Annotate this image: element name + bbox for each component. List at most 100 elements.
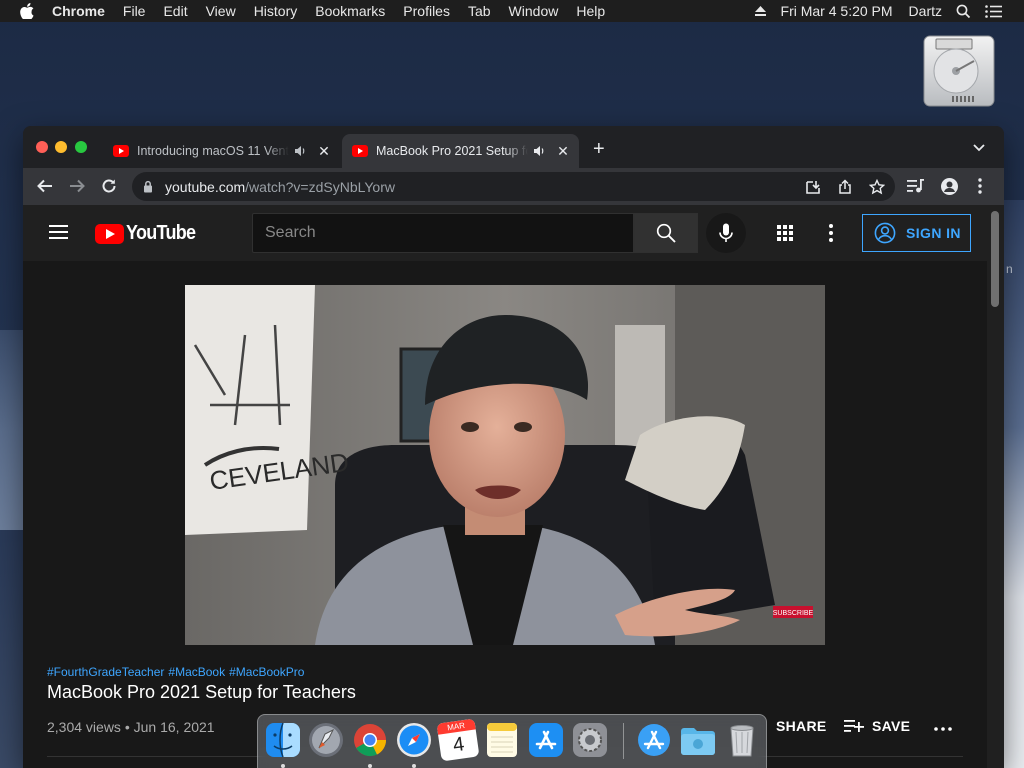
chrome-icon[interactable]: [351, 721, 389, 759]
profile-avatar-icon[interactable]: [941, 178, 958, 195]
browser-toolbar: youtube.com/watch?v=zdSyNbLYorw: [23, 168, 1004, 205]
tab-close-icon[interactable]: ✕: [556, 144, 570, 158]
menu-window[interactable]: Window: [509, 3, 559, 19]
menu-profiles[interactable]: Profiles: [403, 3, 450, 19]
menu-edit[interactable]: Edit: [163, 3, 187, 19]
notes-icon[interactable]: [483, 721, 521, 759]
install-app-icon[interactable]: [805, 179, 821, 195]
menu-user[interactable]: Dartz: [909, 3, 942, 19]
meta-separator: •: [124, 719, 134, 735]
tab-introducing-macos[interactable]: Introducing macOS 11 Ventura ✕: [103, 134, 339, 168]
page-scrollbar[interactable]: [987, 205, 1004, 768]
youtube-favicon-icon: [352, 145, 368, 157]
trash-icon[interactable]: [723, 721, 761, 759]
share-icon[interactable]: [837, 179, 853, 195]
launchpad-icon[interactable]: [307, 721, 345, 759]
upload-date: Jun 16, 2021: [133, 719, 215, 735]
youtube-play-logo-icon: [95, 223, 124, 244]
reload-icon[interactable]: [100, 177, 118, 195]
eject-icon[interactable]: [754, 5, 767, 17]
search-button[interactable]: [634, 213, 698, 253]
audio-playing-icon[interactable]: [293, 144, 307, 158]
youtube-logo[interactable]: YouTube: [95, 222, 203, 245]
chrome-menu-icon[interactable]: [978, 178, 982, 194]
system-preferences-icon[interactable]: [571, 721, 609, 759]
menu-bar-status: Fri Mar 4 5:20 PM Dartz: [754, 0, 1024, 22]
downloads-folder-icon[interactable]: [679, 721, 717, 759]
menu-tab[interactable]: Tab: [468, 3, 491, 19]
desktop-wallpaper-edge-right: n: [1004, 200, 1024, 768]
hashtag-link[interactable]: #MacBook: [168, 665, 225, 679]
window-zoom-button[interactable]: [75, 141, 87, 153]
video-frame: CEVELAND SUBSCRIBE: [185, 285, 825, 645]
hashtag-link[interactable]: #FourthGradeTeacher: [47, 665, 164, 679]
youtube-page: YouTube SIGN IN: [23, 205, 1004, 768]
finder-icon[interactable]: [264, 721, 302, 759]
hashtag-link[interactable]: #MacBookPro: [229, 665, 304, 679]
search-input[interactable]: [253, 214, 633, 252]
menu-bookmarks[interactable]: Bookmarks: [315, 3, 385, 19]
address-bar[interactable]: youtube.com/watch?v=zdSyNbLYorw: [132, 172, 895, 201]
tab-close-icon[interactable]: ✕: [317, 144, 331, 158]
save-label: SAVE: [872, 718, 911, 734]
menu-app-name[interactable]: Chrome: [52, 3, 105, 19]
menu-bar: Chrome File Edit View History Bookmarks …: [0, 0, 1024, 22]
running-indicator: [368, 764, 372, 768]
app-store-folder-icon[interactable]: [635, 721, 673, 759]
view-count: 2,304 views: [47, 719, 121, 735]
menu-file[interactable]: File: [123, 3, 146, 19]
subscribe-watermark[interactable]: SUBSCRIBE: [773, 610, 814, 617]
url-host: youtube.com: [165, 179, 246, 195]
media-controls-icon[interactable]: [907, 178, 924, 194]
tab-title: Introducing macOS 11 Ventura: [137, 144, 289, 158]
tab-strip: Introducing macOS 11 Ventura ✕ MacBook P…: [23, 126, 1004, 168]
forward-arrow-icon[interactable]: [68, 177, 86, 195]
scrollbar-thumb[interactable]: [991, 211, 999, 307]
address-url[interactable]: youtube.com/watch?v=zdSyNbLYorw: [165, 179, 395, 195]
calendar-day: 4: [451, 733, 466, 757]
menu-view[interactable]: View: [206, 3, 236, 19]
hard-drive-icon[interactable]: [922, 33, 996, 109]
background-window-text: n: [1006, 262, 1013, 276]
microphone-icon: [719, 223, 733, 242]
account-circle-icon: [874, 222, 896, 244]
notification-center-icon[interactable]: [985, 4, 1002, 18]
menu-history[interactable]: History: [254, 3, 298, 19]
tab-macbook-pro-setup[interactable]: MacBook Pro 2021 Setup for Teachers ✕: [342, 134, 579, 168]
video-player[interactable]: CEVELAND SUBSCRIBE: [185, 285, 825, 645]
window-close-button[interactable]: [36, 141, 48, 153]
tab-title: MacBook Pro 2021 Setup for Teachers: [376, 144, 528, 158]
share-button[interactable]: SHARE: [776, 718, 827, 734]
sign-in-button[interactable]: SIGN IN: [862, 214, 971, 252]
menu-help[interactable]: Help: [576, 3, 605, 19]
voice-search-button[interactable]: [706, 213, 746, 253]
safari-icon[interactable]: [395, 721, 433, 759]
dock-separator: [623, 723, 624, 759]
youtube-apps-grid-icon[interactable]: [776, 224, 794, 242]
guide-menu-icon[interactable]: [49, 225, 68, 239]
tab-search-chevron-icon[interactable]: [973, 144, 985, 152]
spotlight-search-icon[interactable]: [956, 4, 971, 19]
app-store-icon[interactable]: [527, 721, 565, 759]
back-arrow-icon[interactable]: [36, 177, 54, 195]
more-actions-icon[interactable]: [934, 727, 952, 731]
dock: MAR 4: [257, 714, 767, 768]
youtube-favicon-icon: [113, 145, 129, 157]
audio-playing-icon[interactable]: [532, 144, 546, 158]
bookmark-star-icon[interactable]: [869, 179, 885, 195]
youtube-header: YouTube SIGN IN: [23, 205, 987, 261]
window-minimize-button[interactable]: [55, 141, 67, 153]
menu-clock[interactable]: Fri Mar 4 5:20 PM: [781, 3, 893, 19]
running-indicator: [412, 764, 416, 768]
settings-more-icon[interactable]: [829, 224, 833, 242]
youtube-wordmark: YouTube: [126, 222, 196, 244]
apple-menu-icon[interactable]: [20, 3, 34, 19]
share-label: SHARE: [776, 718, 827, 734]
video-hashtags: #FourthGradeTeacher #MacBook #MacBookPro: [47, 665, 308, 679]
new-tab-button[interactable]: +: [593, 139, 605, 159]
lock-icon[interactable]: [143, 180, 153, 193]
save-button[interactable]: SAVE: [844, 718, 910, 734]
video-metadata: 2,304 views • Jun 16, 2021: [47, 719, 215, 735]
calendar-icon[interactable]: MAR 4: [436, 718, 480, 762]
chrome-window: Introducing macOS 11 Ventura ✕ MacBook P…: [23, 126, 1004, 768]
